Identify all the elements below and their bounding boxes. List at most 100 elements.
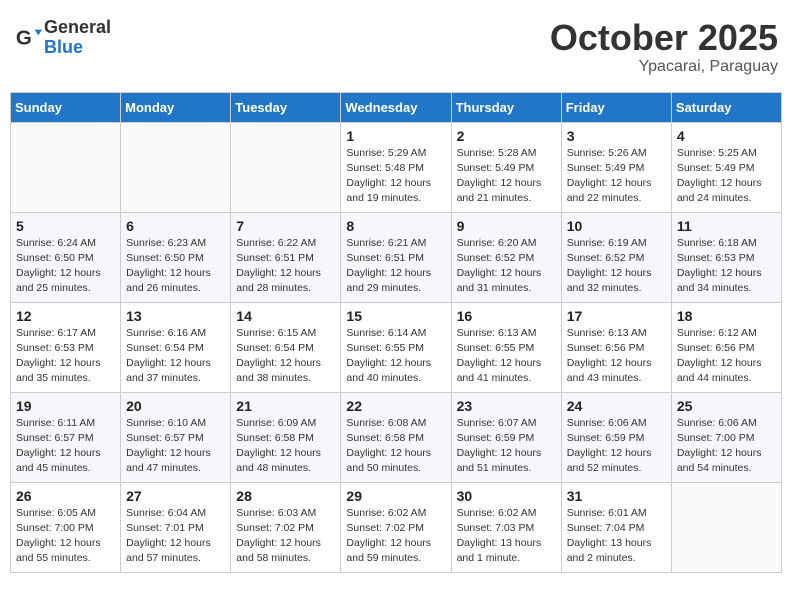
day-info: Sunrise: 6:08 AM Sunset: 6:58 PM Dayligh…	[346, 416, 445, 477]
day-number: 3	[567, 128, 666, 144]
calendar-cell	[121, 122, 231, 212]
day-info: Sunrise: 6:11 AM Sunset: 6:57 PM Dayligh…	[16, 416, 115, 477]
calendar-cell: 26 Sunrise: 6:05 AM Sunset: 7:00 PM Dayli…	[11, 482, 121, 572]
calendar-table: SundayMondayTuesdayWednesdayThursdayFrid…	[10, 92, 782, 573]
day-number: 27	[126, 488, 225, 504]
day-info: Sunrise: 6:09 AM Sunset: 6:58 PM Dayligh…	[236, 416, 335, 477]
calendar-cell: 21 Sunrise: 6:09 AM Sunset: 6:58 PM Dayli…	[231, 392, 341, 482]
month-title: October 2025	[550, 18, 778, 58]
weekday-header-friday: Friday	[561, 92, 671, 122]
logo-text-general: General	[44, 17, 111, 37]
day-info: Sunrise: 6:23 AM Sunset: 6:50 PM Dayligh…	[126, 236, 225, 297]
day-info: Sunrise: 6:01 AM Sunset: 7:04 PM Dayligh…	[567, 506, 666, 567]
page-header: G General Blue October 2025 Ypacarai, Pa…	[10, 10, 782, 84]
svg-text:G: G	[16, 26, 32, 49]
weekday-header-tuesday: Tuesday	[231, 92, 341, 122]
location-subtitle: Ypacarai, Paraguay	[550, 58, 778, 76]
weekday-header-row: SundayMondayTuesdayWednesdayThursdayFrid…	[11, 92, 782, 122]
calendar-cell: 1 Sunrise: 5:29 AM Sunset: 5:48 PM Daylig…	[341, 122, 451, 212]
day-number: 22	[346, 398, 445, 414]
day-info: Sunrise: 6:17 AM Sunset: 6:53 PM Dayligh…	[16, 326, 115, 387]
calendar-cell: 4Sunrise: 5:25 AM Sunset: 5:49 PM Daylig…	[671, 122, 781, 212]
calendar-cell: 9Sunrise: 6:20 AM Sunset: 6:52 PM Daylig…	[451, 212, 561, 302]
weekday-header-sunday: Sunday	[11, 92, 121, 122]
calendar-cell: 12 Sunrise: 6:17 AM Sunset: 6:53 PM Dayli…	[11, 302, 121, 392]
day-number: 20	[126, 398, 225, 414]
day-info: Sunrise: 6:24 AM Sunset: 6:50 PM Dayligh…	[16, 236, 115, 297]
logo: G General Blue	[14, 18, 111, 58]
day-number: 12	[16, 308, 115, 324]
day-number: 5	[16, 218, 115, 234]
day-number: 26	[16, 488, 115, 504]
calendar-cell: 14 Sunrise: 6:15 AM Sunset: 6:54 PM Dayli…	[231, 302, 341, 392]
calendar-cell: 24 Sunrise: 6:06 AM Sunset: 6:59 PM Dayli…	[561, 392, 671, 482]
day-info: Sunrise: 6:05 AM Sunset: 7:00 PM Dayligh…	[16, 506, 115, 567]
day-number: 28	[236, 488, 335, 504]
calendar-cell: 6 Sunrise: 6:23 AM Sunset: 6:50 PM Daylig…	[121, 212, 231, 302]
day-number: 11	[677, 218, 776, 234]
week-row-1: 5 Sunrise: 6:24 AM Sunset: 6:50 PM Daylig…	[11, 212, 782, 302]
calendar-cell: 25 Sunrise: 6:06 AM Sunset: 7:00 PM Dayli…	[671, 392, 781, 482]
day-number: 13	[126, 308, 225, 324]
logo-icon: G	[14, 24, 42, 52]
week-row-0: 1 Sunrise: 5:29 AM Sunset: 5:48 PM Daylig…	[11, 122, 782, 212]
day-info: Sunrise: 6:18 AM Sunset: 6:53 PM Dayligh…	[677, 236, 776, 297]
calendar-cell	[11, 122, 121, 212]
calendar-cell: 22 Sunrise: 6:08 AM Sunset: 6:58 PM Dayli…	[341, 392, 451, 482]
day-info: Sunrise: 5:26 AM Sunset: 5:49 PM Dayligh…	[567, 146, 666, 207]
day-number: 8	[346, 218, 445, 234]
day-info: Sunrise: 6:04 AM Sunset: 7:01 PM Dayligh…	[126, 506, 225, 567]
day-info: Sunrise: 6:21 AM Sunset: 6:51 PM Dayligh…	[346, 236, 445, 297]
calendar-cell: 29 Sunrise: 6:02 AM Sunset: 7:02 PM Dayli…	[341, 482, 451, 572]
calendar-cell: 8 Sunrise: 6:21 AM Sunset: 6:51 PM Daylig…	[341, 212, 451, 302]
calendar-cell: 7 Sunrise: 6:22 AM Sunset: 6:51 PM Daylig…	[231, 212, 341, 302]
day-number: 29	[346, 488, 445, 504]
week-row-2: 12 Sunrise: 6:17 AM Sunset: 6:53 PM Dayli…	[11, 302, 782, 392]
weekday-header-thursday: Thursday	[451, 92, 561, 122]
day-info: Sunrise: 6:14 AM Sunset: 6:55 PM Dayligh…	[346, 326, 445, 387]
calendar-cell: 19Sunrise: 6:11 AM Sunset: 6:57 PM Dayli…	[11, 392, 121, 482]
calendar-title-block: October 2025 Ypacarai, Paraguay	[550, 18, 778, 76]
calendar-cell	[671, 482, 781, 572]
calendar-cell: 3 Sunrise: 5:26 AM Sunset: 5:49 PM Daylig…	[561, 122, 671, 212]
calendar-cell: 23 Sunrise: 6:07 AM Sunset: 6:59 PM Dayli…	[451, 392, 561, 482]
day-number: 25	[677, 398, 776, 414]
calendar-cell: 28Sunrise: 6:03 AM Sunset: 7:02 PM Dayli…	[231, 482, 341, 572]
day-info: Sunrise: 5:29 AM Sunset: 5:48 PM Dayligh…	[346, 146, 445, 207]
day-info: Sunrise: 6:06 AM Sunset: 7:00 PM Dayligh…	[677, 416, 776, 477]
day-number: 10	[567, 218, 666, 234]
weekday-header-wednesday: Wednesday	[341, 92, 451, 122]
week-row-3: 19Sunrise: 6:11 AM Sunset: 6:57 PM Dayli…	[11, 392, 782, 482]
day-number: 9	[457, 218, 556, 234]
calendar-cell: 16Sunrise: 6:13 AM Sunset: 6:55 PM Dayli…	[451, 302, 561, 392]
day-number: 21	[236, 398, 335, 414]
day-info: Sunrise: 6:02 AM Sunset: 7:03 PM Dayligh…	[457, 506, 556, 567]
day-info: Sunrise: 6:15 AM Sunset: 6:54 PM Dayligh…	[236, 326, 335, 387]
logo-text-blue: Blue	[44, 38, 111, 58]
day-number: 1	[346, 128, 445, 144]
day-number: 6	[126, 218, 225, 234]
calendar-cell: 30 Sunrise: 6:02 AM Sunset: 7:03 PM Dayli…	[451, 482, 561, 572]
calendar-cell: 18Sunrise: 6:12 AM Sunset: 6:56 PM Dayli…	[671, 302, 781, 392]
calendar-cell: 20 Sunrise: 6:10 AM Sunset: 6:57 PM Dayli…	[121, 392, 231, 482]
day-number: 30	[457, 488, 556, 504]
day-info: Sunrise: 6:13 AM Sunset: 6:56 PM Dayligh…	[567, 326, 666, 387]
day-info: Sunrise: 6:07 AM Sunset: 6:59 PM Dayligh…	[457, 416, 556, 477]
weekday-header-monday: Monday	[121, 92, 231, 122]
day-number: 24	[567, 398, 666, 414]
day-info: Sunrise: 6:06 AM Sunset: 6:59 PM Dayligh…	[567, 416, 666, 477]
day-info: Sunrise: 5:28 AM Sunset: 5:49 PM Dayligh…	[457, 146, 556, 207]
day-info: Sunrise: 6:02 AM Sunset: 7:02 PM Dayligh…	[346, 506, 445, 567]
calendar-cell: 27 Sunrise: 6:04 AM Sunset: 7:01 PM Dayli…	[121, 482, 231, 572]
day-info: Sunrise: 6:22 AM Sunset: 6:51 PM Dayligh…	[236, 236, 335, 297]
day-number: 16	[457, 308, 556, 324]
day-number: 14	[236, 308, 335, 324]
day-number: 23	[457, 398, 556, 414]
week-row-4: 26 Sunrise: 6:05 AM Sunset: 7:00 PM Dayli…	[11, 482, 782, 572]
calendar-cell: 10Sunrise: 6:19 AM Sunset: 6:52 PM Dayli…	[561, 212, 671, 302]
day-number: 2	[457, 128, 556, 144]
day-number: 7	[236, 218, 335, 234]
day-number: 18	[677, 308, 776, 324]
weekday-header-saturday: Saturday	[671, 92, 781, 122]
day-info: Sunrise: 6:10 AM Sunset: 6:57 PM Dayligh…	[126, 416, 225, 477]
